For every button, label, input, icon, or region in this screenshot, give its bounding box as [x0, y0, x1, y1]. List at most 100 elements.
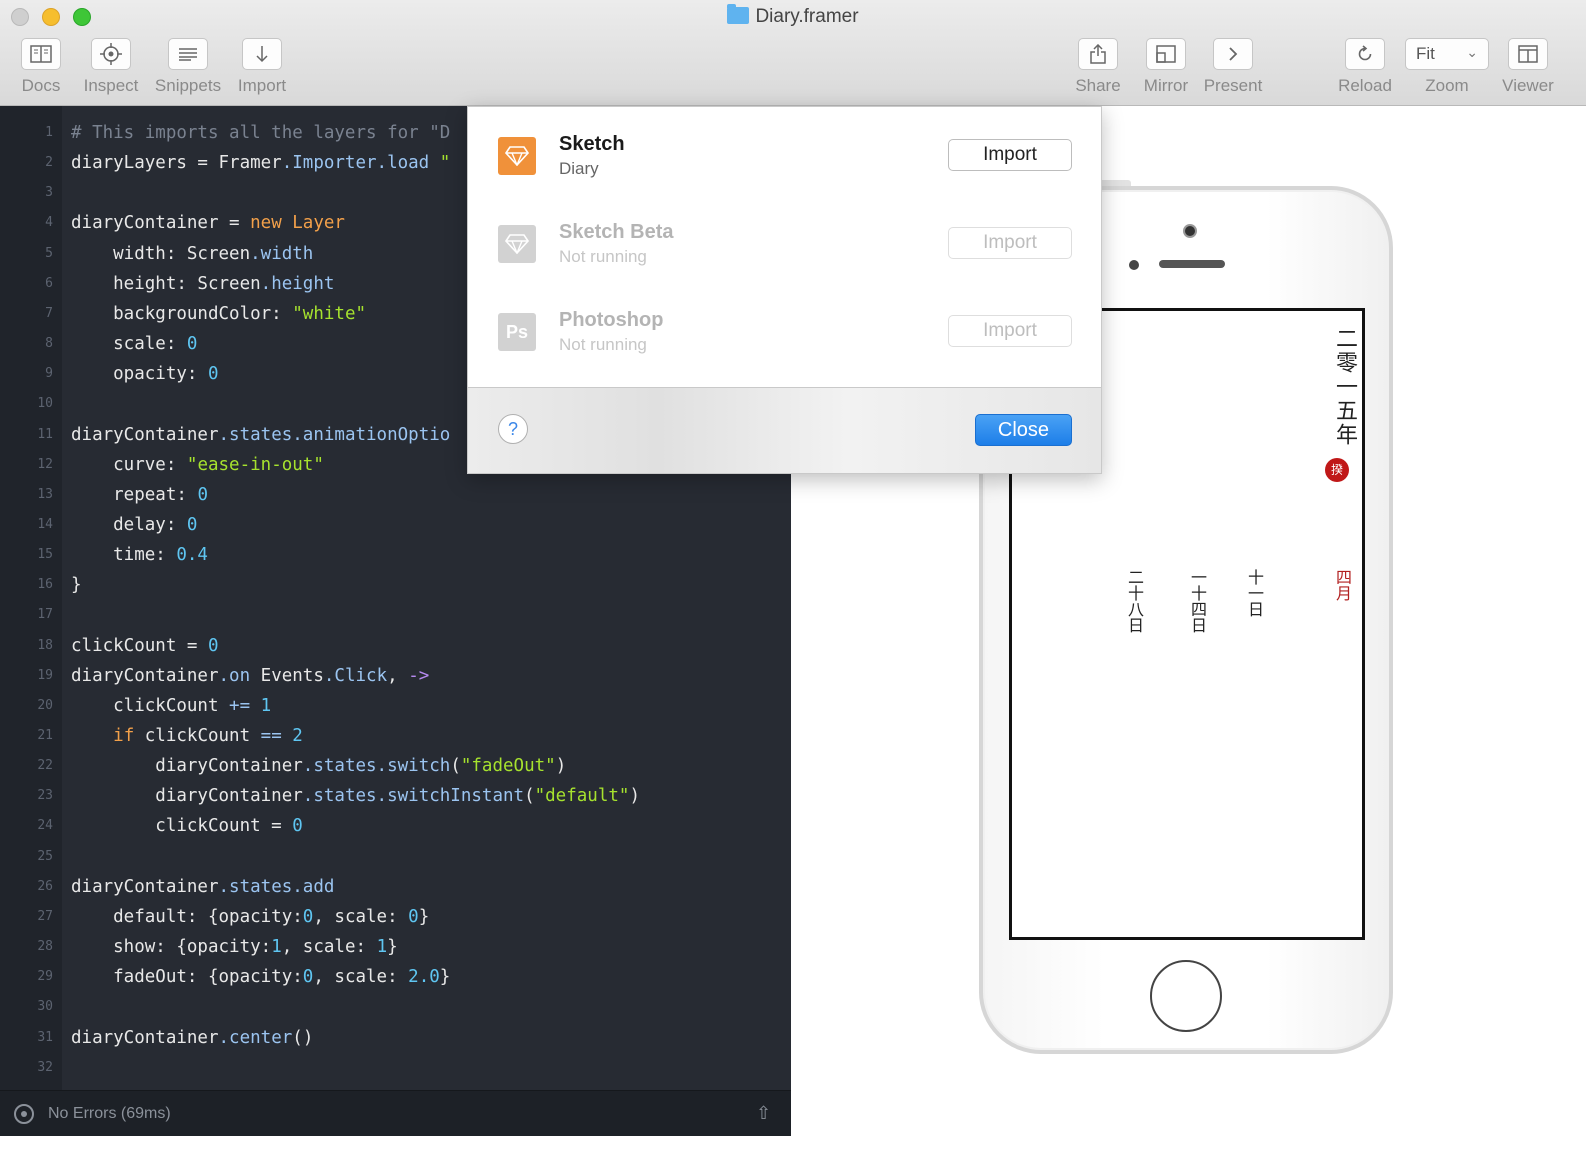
line-number: 8 — [45, 336, 53, 352]
diary-day-2[interactable]: 一十四日 — [1187, 569, 1207, 633]
code-line[interactable]: 30 — [0, 992, 791, 1022]
code-text: } — [71, 570, 82, 600]
code-text: show: {opacity:1, scale: 1} — [71, 932, 398, 962]
code-line[interactable]: 19 diaryContainer.on Events.Click, -> — [0, 661, 791, 691]
import-button[interactable]: Import — [238, 38, 286, 96]
code-text: diaryContainer.states.switchInstant("def… — [71, 781, 640, 811]
code-token: diaryContainer — [71, 786, 303, 807]
code-line[interactable]: 32 — [0, 1053, 791, 1083]
code-token: 0 — [207, 635, 219, 656]
present-label: Present — [1203, 76, 1263, 95]
code-token: clickCount = — [71, 635, 208, 656]
line-number: 25 — [37, 848, 53, 864]
line-number: 5 — [45, 245, 53, 261]
line-number: 7 — [45, 305, 53, 321]
line-number: 21 — [37, 728, 53, 743]
present-button[interactable]: Present — [1204, 38, 1262, 96]
code-token: .width — [250, 243, 314, 264]
import-sketch-button[interactable]: Import — [948, 139, 1072, 171]
code-token: # This imports all the layers for "D — [71, 123, 451, 143]
code-line[interactable]: 15 time: 0.4 — [0, 540, 791, 570]
code-token: "ease-in-out" — [186, 454, 324, 475]
bottom-edge — [0, 1136, 1586, 1154]
mirror-icon — [1146, 38, 1186, 70]
code-token: height: Screen — [71, 273, 261, 294]
zoom-select[interactable]: Fit ⌄ — [1405, 38, 1489, 70]
code-token: width: Screen — [71, 243, 251, 264]
code-token: 0.4 — [176, 545, 208, 566]
app-window: Diary.framer Docs Inspect Snippets Impor… — [0, 0, 1586, 1154]
code-token: .on — [218, 665, 251, 686]
line-number: 9 — [45, 366, 53, 382]
code-token: 0 — [186, 334, 198, 355]
speaker-grille — [1159, 260, 1225, 268]
code-token: clickCount = — [71, 816, 293, 837]
viewer-button[interactable]: Viewer — [1502, 38, 1554, 96]
code-token: 2.0 — [408, 967, 440, 988]
code-line[interactable]: 20 clickCount += 1 — [0, 691, 791, 721]
code-token: diaryContainer — [71, 424, 219, 445]
code-text: diaryContainer = new Layer — [71, 208, 345, 238]
import-row-photoshop: Ps Photoshop Not running Import — [468, 283, 1103, 371]
target-icon — [14, 1104, 34, 1124]
import-photoshop-button[interactable]: Import — [948, 315, 1072, 347]
code-token: 0 — [207, 364, 219, 385]
reload-button[interactable]: Reload — [1338, 38, 1392, 96]
code-text: default: {opacity:0, scale: 0} — [71, 902, 429, 932]
mirror-button[interactable]: Mirror — [1144, 38, 1188, 96]
code-text: fadeOut: {opacity:0, scale: 2.0} — [71, 962, 450, 992]
device-toggle-icon[interactable]: ⇧ — [756, 1103, 771, 1124]
code-token: delay: — [71, 514, 187, 535]
code-line[interactable]: 28 show: {opacity:1, scale: 1} — [0, 932, 791, 962]
code-line[interactable]: 23 diaryContainer.states.switchInstant("… — [0, 781, 791, 811]
lines-icon — [168, 38, 208, 70]
code-token: default: {opacity: — [71, 906, 303, 927]
code-text: # This imports all the layers for "D — [71, 118, 450, 148]
zoom-control[interactable]: Fit ⌄ Zoom — [1405, 38, 1489, 96]
close-button[interactable]: Close — [975, 414, 1072, 446]
inspect-button[interactable]: Inspect — [84, 38, 138, 96]
diary-year: 二零一五年 — [1332, 327, 1357, 447]
line-number: 27 — [37, 908, 53, 924]
code-line[interactable]: 21 if clickCount == 2 — [0, 721, 791, 751]
code-line[interactable]: 26 diaryContainer.states.add — [0, 872, 791, 902]
diary-day-1[interactable]: 十一日 — [1244, 569, 1264, 617]
code-line[interactable]: 13 repeat: 0 — [0, 480, 791, 510]
diary-day-3[interactable]: 二十八日 — [1124, 569, 1144, 633]
snippets-button[interactable]: Snippets — [155, 38, 221, 96]
line-number: 1 — [45, 125, 53, 140]
docs-button[interactable]: Docs — [21, 38, 61, 96]
code-line[interactable]: 16} — [0, 570, 791, 600]
code-line[interactable]: 29 fadeOut: {opacity:0, scale: 2.0} — [0, 962, 791, 992]
code-token: } — [439, 967, 451, 988]
import-sketch-beta-button[interactable]: Import — [948, 227, 1072, 259]
code-line[interactable]: 25 — [0, 842, 791, 872]
toolbar: Diary.framer Docs Inspect Snippets Impor… — [0, 0, 1586, 106]
code-token: new Layer — [250, 213, 345, 234]
code-line[interactable]: 24 clickCount = 0 — [0, 811, 791, 841]
code-line[interactable]: 31 diaryContainer.center() — [0, 1023, 791, 1053]
help-button[interactable]: ? — [498, 414, 528, 444]
code-line[interactable]: 22 diaryContainer.states.switch("fadeOut… — [0, 751, 791, 781]
code-token: diaryContainer — [71, 756, 303, 777]
code-token: diaryContainer — [71, 1027, 219, 1048]
code-token: diaryContainer — [71, 665, 219, 686]
code-line[interactable]: 18 clickCount = 0 — [0, 631, 791, 661]
code-token: fadeOut: {opacity: — [71, 967, 303, 988]
code-line[interactable]: 14 delay: 0 — [0, 510, 791, 540]
share-button[interactable]: Share — [1075, 38, 1121, 96]
zoom-value: Fit — [1416, 44, 1435, 63]
code-text: clickCount = 0 — [71, 811, 303, 841]
code-line[interactable]: 17 — [0, 600, 791, 630]
code-token: , scale: — [313, 967, 409, 988]
line-number: 24 — [37, 818, 53, 834]
code-text: diaryContainer.states.switch("fadeOut") — [71, 751, 566, 781]
code-line[interactable]: 27 default: {opacity:0, scale: 0} — [0, 902, 791, 932]
code-token: 1 — [260, 695, 272, 716]
code-text: backgroundColor: "white" — [71, 299, 366, 329]
code-token: , scale: — [313, 906, 409, 927]
code-text: scale: 0 — [71, 329, 197, 359]
code-token: .states.add — [218, 876, 335, 897]
import-label: Import — [237, 76, 287, 95]
